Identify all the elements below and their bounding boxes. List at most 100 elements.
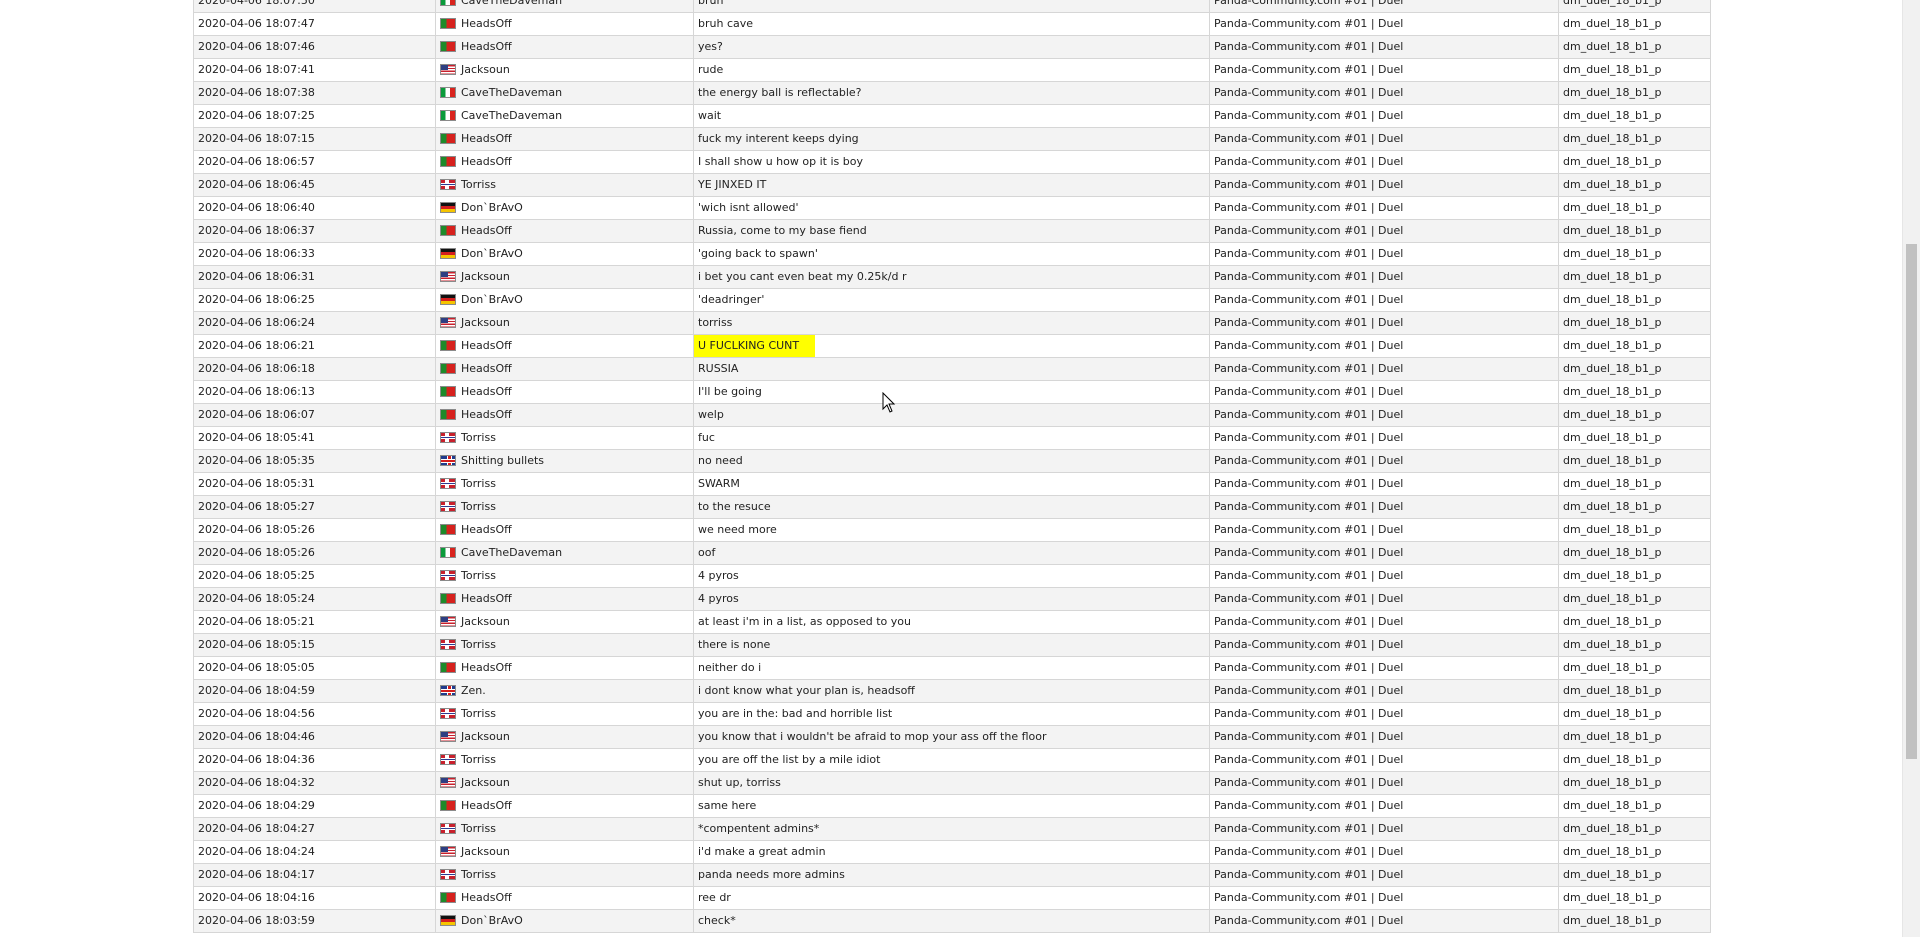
country-flag-icon	[440, 638, 456, 650]
country-flag-icon	[440, 155, 456, 167]
player-name-link[interactable]: Don`BrAvO	[461, 247, 523, 260]
player-name-link[interactable]: Shitting bullets	[461, 454, 544, 467]
player-name-link[interactable]: Torriss	[461, 569, 496, 582]
map-cell: dm_duel_18_b1_p	[1558, 242, 1711, 266]
player-name-link[interactable]: Torriss	[461, 638, 496, 651]
player-name-link[interactable]: HeadsOff	[461, 339, 512, 352]
player-name-link[interactable]: Jacksoun	[461, 316, 510, 329]
server-cell: Panda-Community.com #01 | Duel	[1209, 817, 1559, 841]
map-cell: dm_duel_18_b1_p	[1558, 886, 1711, 910]
player-cell: HeadsOff	[435, 403, 694, 427]
country-flag-icon	[440, 109, 456, 121]
country-flag-icon	[440, 362, 456, 374]
country-flag-icon	[440, 615, 456, 627]
message-text: wait	[698, 109, 722, 122]
player-cell: Don`BrAvO	[435, 288, 694, 312]
timestamp-cell: 2020-04-06 18:07:38	[193, 81, 436, 105]
player-cell: Torriss	[435, 702, 694, 726]
country-flag-icon	[440, 86, 456, 98]
player-name-link[interactable]: Jacksoun	[461, 270, 510, 283]
message-cell: 'going back to spawn'	[693, 242, 1210, 266]
player-name-link[interactable]: Torriss	[461, 822, 496, 835]
player-name-link[interactable]: HeadsOff	[461, 661, 512, 674]
server-cell: Panda-Community.com #01 | Duel	[1209, 771, 1559, 795]
message-cell: panda needs more admins	[693, 863, 1210, 887]
player-name-link[interactable]: HeadsOff	[461, 523, 512, 536]
map-cell: dm_duel_18_b1_p	[1558, 472, 1711, 496]
server-cell: Panda-Community.com #01 | Duel	[1209, 633, 1559, 657]
player-name-link[interactable]: HeadsOff	[461, 592, 512, 605]
player-name-link[interactable]: Don`BrAvO	[461, 293, 523, 306]
player-name-link[interactable]: Zen.	[461, 684, 486, 697]
map-cell: dm_duel_18_b1_p	[1558, 541, 1711, 565]
map-cell: dm_duel_18_b1_p	[1558, 81, 1711, 105]
timestamp-cell: 2020-04-06 18:04:32	[193, 771, 436, 795]
server-cell: Panda-Community.com #01 | Duel	[1209, 909, 1559, 933]
player-name-link[interactable]: HeadsOff	[461, 385, 512, 398]
server-cell: Panda-Community.com #01 | Duel	[1209, 219, 1559, 243]
player-name-link[interactable]: CaveTheDaveman	[461, 0, 562, 7]
map-cell: dm_duel_18_b1_p	[1558, 495, 1711, 519]
player-name-link[interactable]: Torriss	[461, 868, 496, 881]
message-cell: bruh cave	[693, 12, 1210, 36]
player-name-link[interactable]: HeadsOff	[461, 132, 512, 145]
player-name-link[interactable]: Jacksoun	[461, 845, 510, 858]
log-row: 2020-04-06 18:04:46 Jacksoun you know that…	[193, 725, 1711, 749]
message-text: no need	[698, 454, 743, 467]
player-name-link[interactable]: CaveTheDaveman	[461, 546, 562, 559]
player-name-link[interactable]: HeadsOff	[461, 408, 512, 421]
country-flag-icon	[440, 684, 456, 696]
timestamp-cell: 2020-04-06 18:04:17	[193, 863, 436, 887]
player-name-link[interactable]: Don`BrAvO	[461, 914, 523, 927]
log-row: 2020-04-06 18:07:15 HeadsOff fuck my inter…	[193, 127, 1711, 151]
player-name-link[interactable]: HeadsOff	[461, 155, 512, 168]
vertical-scrollbar[interactable]	[1902, 0, 1920, 937]
timestamp-cell: 2020-04-06 18:05:41	[193, 426, 436, 450]
player-name-link[interactable]: Torriss	[461, 753, 496, 766]
player-name-link[interactable]: HeadsOff	[461, 362, 512, 375]
scrollbar-thumb[interactable]	[1906, 244, 1917, 759]
player-name-link[interactable]: Torriss	[461, 431, 496, 444]
player-name-link[interactable]: HeadsOff	[461, 17, 512, 30]
player-name-link[interactable]: Torriss	[461, 178, 496, 191]
player-name-link[interactable]: Don`BrAvO	[461, 201, 523, 214]
player-name-link[interactable]: HeadsOff	[461, 224, 512, 237]
player-name-link[interactable]: Jacksoun	[461, 615, 510, 628]
country-flag-icon	[440, 224, 456, 236]
server-cell: Panda-Community.com #01 | Duel	[1209, 127, 1559, 151]
server-cell: Panda-Community.com #01 | Duel	[1209, 334, 1559, 358]
player-name-link[interactable]: CaveTheDaveman	[461, 86, 562, 99]
map-cell: dm_duel_18_b1_p	[1558, 288, 1711, 312]
map-cell: dm_duel_18_b1_p	[1558, 564, 1711, 588]
player-cell: Jacksoun	[435, 265, 694, 289]
player-name-link[interactable]: HeadsOff	[461, 799, 512, 812]
map-cell: dm_duel_18_b1_p	[1558, 909, 1711, 933]
country-flag-icon	[440, 247, 456, 259]
message-text: 'wich isnt allowed'	[698, 201, 799, 214]
player-name-link[interactable]: Torriss	[461, 500, 496, 513]
server-cell: Panda-Community.com #01 | Duel	[1209, 426, 1559, 450]
country-flag-icon	[440, 431, 456, 443]
message-text: at least i'm in a list, as opposed to yo…	[698, 615, 911, 628]
player-name-link[interactable]: HeadsOff	[461, 891, 512, 904]
country-flag-icon	[440, 500, 456, 512]
player-name-link[interactable]: Jacksoun	[461, 730, 510, 743]
player-cell: HeadsOff	[435, 518, 694, 542]
timestamp-cell: 2020-04-06 18:04:36	[193, 748, 436, 772]
player-name-link[interactable]: Torriss	[461, 477, 496, 490]
player-name-link[interactable]: Jacksoun	[461, 63, 510, 76]
message-cell: shut up, torriss	[693, 771, 1210, 795]
map-cell: dm_duel_18_b1_p	[1558, 403, 1711, 427]
country-flag-icon	[440, 707, 456, 719]
map-cell: dm_duel_18_b1_p	[1558, 587, 1711, 611]
player-name-link[interactable]: Jacksoun	[461, 776, 510, 789]
map-cell: dm_duel_18_b1_p	[1558, 219, 1711, 243]
player-name-link[interactable]: HeadsOff	[461, 40, 512, 53]
player-name-link[interactable]: Torriss	[461, 707, 496, 720]
log-row: 2020-04-06 18:06:57 HeadsOff I shall show …	[193, 150, 1711, 174]
message-text: SWARM	[698, 477, 740, 490]
map-cell: dm_duel_18_b1_p	[1558, 127, 1711, 151]
message-text: ree dr	[698, 891, 731, 904]
player-name-link[interactable]: CaveTheDaveman	[461, 109, 562, 122]
log-row: 2020-04-06 18:06:24 Jacksoun torriss Panda-…	[193, 311, 1711, 335]
